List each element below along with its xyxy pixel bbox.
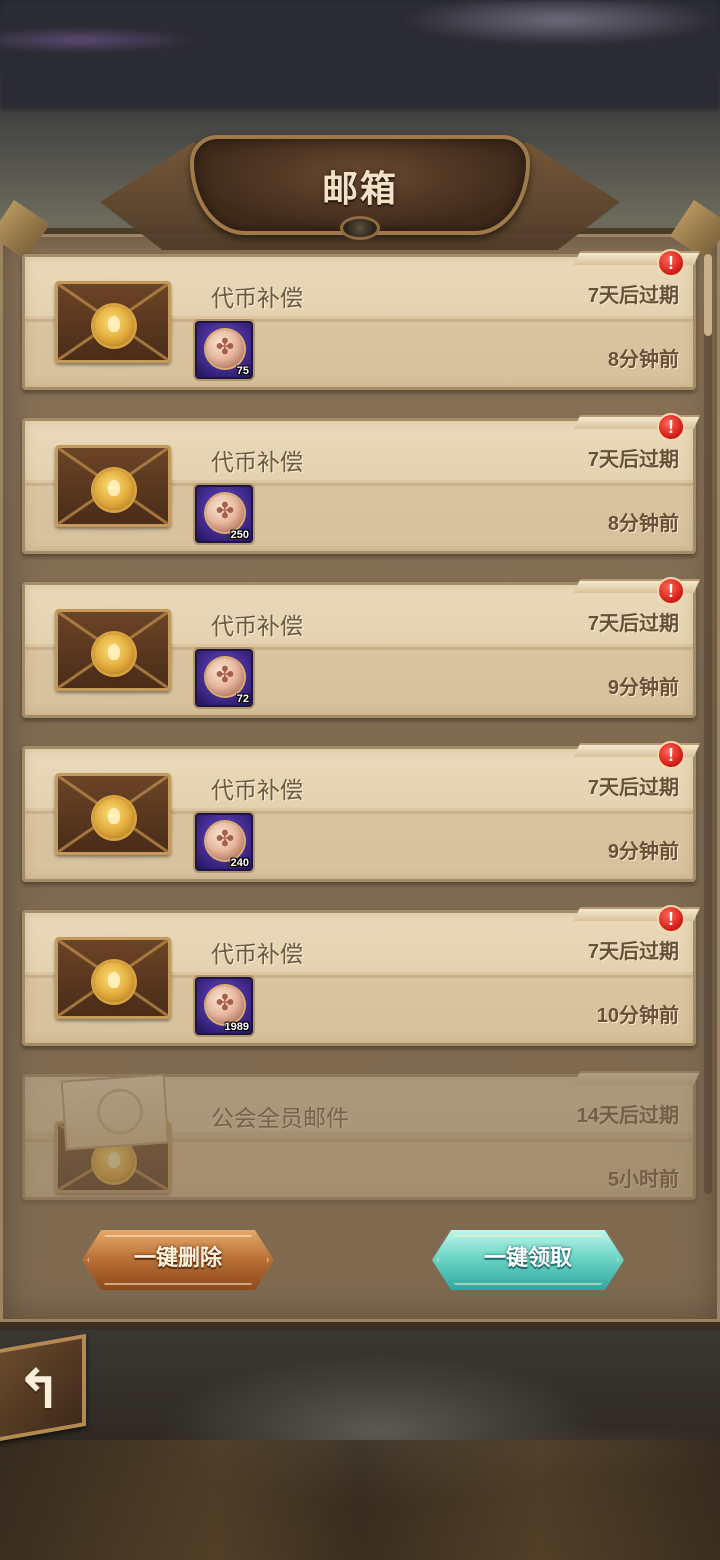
- reward-item[interactable]: 75: [195, 321, 253, 379]
- reward-item[interactable]: 72: [195, 649, 253, 707]
- mail-item[interactable]: 代币补偿 7天后过期 8分钟前 ! 250: [22, 413, 701, 554]
- mail-item[interactable]: 代币补偿 7天后过期 9分钟前 ! 240: [22, 741, 701, 882]
- claim-all-button[interactable]: 一键领取: [432, 1230, 624, 1290]
- return-arrow-icon: ↰: [16, 1360, 62, 1421]
- sealed-envelope-icon: [55, 609, 171, 691]
- mail-item[interactable]: 代币补偿 7天后过期 10分钟前 ! 1989: [22, 905, 701, 1046]
- sealed-envelope-icon: [55, 445, 171, 527]
- wax-seal-icon: [94, 962, 134, 1002]
- exclamation-badge-icon: !: [657, 741, 685, 769]
- mail-sent-time: 5小时前: [607, 1169, 679, 1191]
- mail-item[interactable]: 代币补偿 7天后过期 8分钟前 ! 75: [22, 249, 701, 390]
- clover-coin-icon: [206, 330, 244, 368]
- mail-title: 公会全员邮件: [211, 1105, 349, 1131]
- reward-quantity: 1989: [224, 1021, 249, 1033]
- reward-quantity: 75: [236, 365, 249, 377]
- reward-item[interactable]: 250: [195, 485, 253, 543]
- clover-coin-icon: [206, 822, 244, 860]
- mail-expiry: 7天后过期: [587, 285, 679, 307]
- clover-coin-icon: [206, 986, 244, 1024]
- mail-sent-time: 10分钟前: [596, 1005, 679, 1027]
- reward-item[interactable]: 240: [195, 813, 253, 871]
- exclamation-badge-icon: !: [657, 249, 685, 277]
- mail-title: 代币补偿: [211, 285, 303, 311]
- reward-quantity: 72: [236, 693, 249, 705]
- delete-all-button[interactable]: 一键删除: [82, 1230, 274, 1290]
- mail-sent-time: 8分钟前: [607, 513, 679, 535]
- mail-list: 代币补偿 7天后过期 8分钟前 ! 75 代币补偿 7天后过期 8分钟前 ! 2…: [0, 0, 720, 1560]
- reward-quantity: 240: [230, 857, 249, 869]
- mail-item-read[interactable]: 公会全员邮件 14天后过期 5小时前: [22, 1071, 701, 1200]
- game-screen: 邮箱 代币补偿 7天后过期 8分钟前 ! 75 代币补偿 7天后过期: [0, 0, 720, 1560]
- reward-item[interactable]: 1989: [195, 977, 253, 1035]
- mail-sent-time: 9分钟前: [607, 677, 679, 699]
- mail-sent-time: 9分钟前: [607, 841, 679, 863]
- mail-title: 代币补偿: [211, 449, 303, 475]
- mail-expiry: 7天后过期: [587, 613, 679, 635]
- back-button[interactable]: ↰: [0, 1333, 86, 1443]
- exclamation-badge-icon: !: [657, 413, 685, 441]
- wax-seal-icon: [94, 798, 134, 838]
- clover-coin-icon: [206, 494, 244, 532]
- sealed-envelope-icon: [55, 281, 171, 363]
- mail-item[interactable]: 代币补偿 7天后过期 9分钟前 ! 72: [22, 577, 701, 718]
- exclamation-badge-icon: !: [657, 905, 685, 933]
- mail-expiry: 7天后过期: [587, 449, 679, 471]
- mail-expiry: 7天后过期: [587, 941, 679, 963]
- paper-fold: [573, 1071, 701, 1085]
- wax-seal-icon: [94, 470, 134, 510]
- mail-sent-time: 8分钟前: [607, 349, 679, 371]
- reward-quantity: 250: [230, 529, 249, 541]
- wax-seal-icon: [94, 634, 134, 674]
- mail-expiry: 14天后过期: [576, 1105, 679, 1127]
- sealed-envelope-icon: [55, 937, 171, 1019]
- mail-title: 代币补偿: [211, 941, 303, 967]
- wax-seal-icon: [94, 306, 134, 346]
- sealed-envelope-icon: [55, 773, 171, 855]
- mail-expiry: 7天后过期: [587, 777, 679, 799]
- clover-coin-icon: [206, 658, 244, 696]
- mail-title: 代币补偿: [211, 777, 303, 803]
- mail-title: 代币补偿: [211, 613, 303, 639]
- exclamation-badge-icon: !: [657, 577, 685, 605]
- letter-paper-icon: [60, 1073, 170, 1151]
